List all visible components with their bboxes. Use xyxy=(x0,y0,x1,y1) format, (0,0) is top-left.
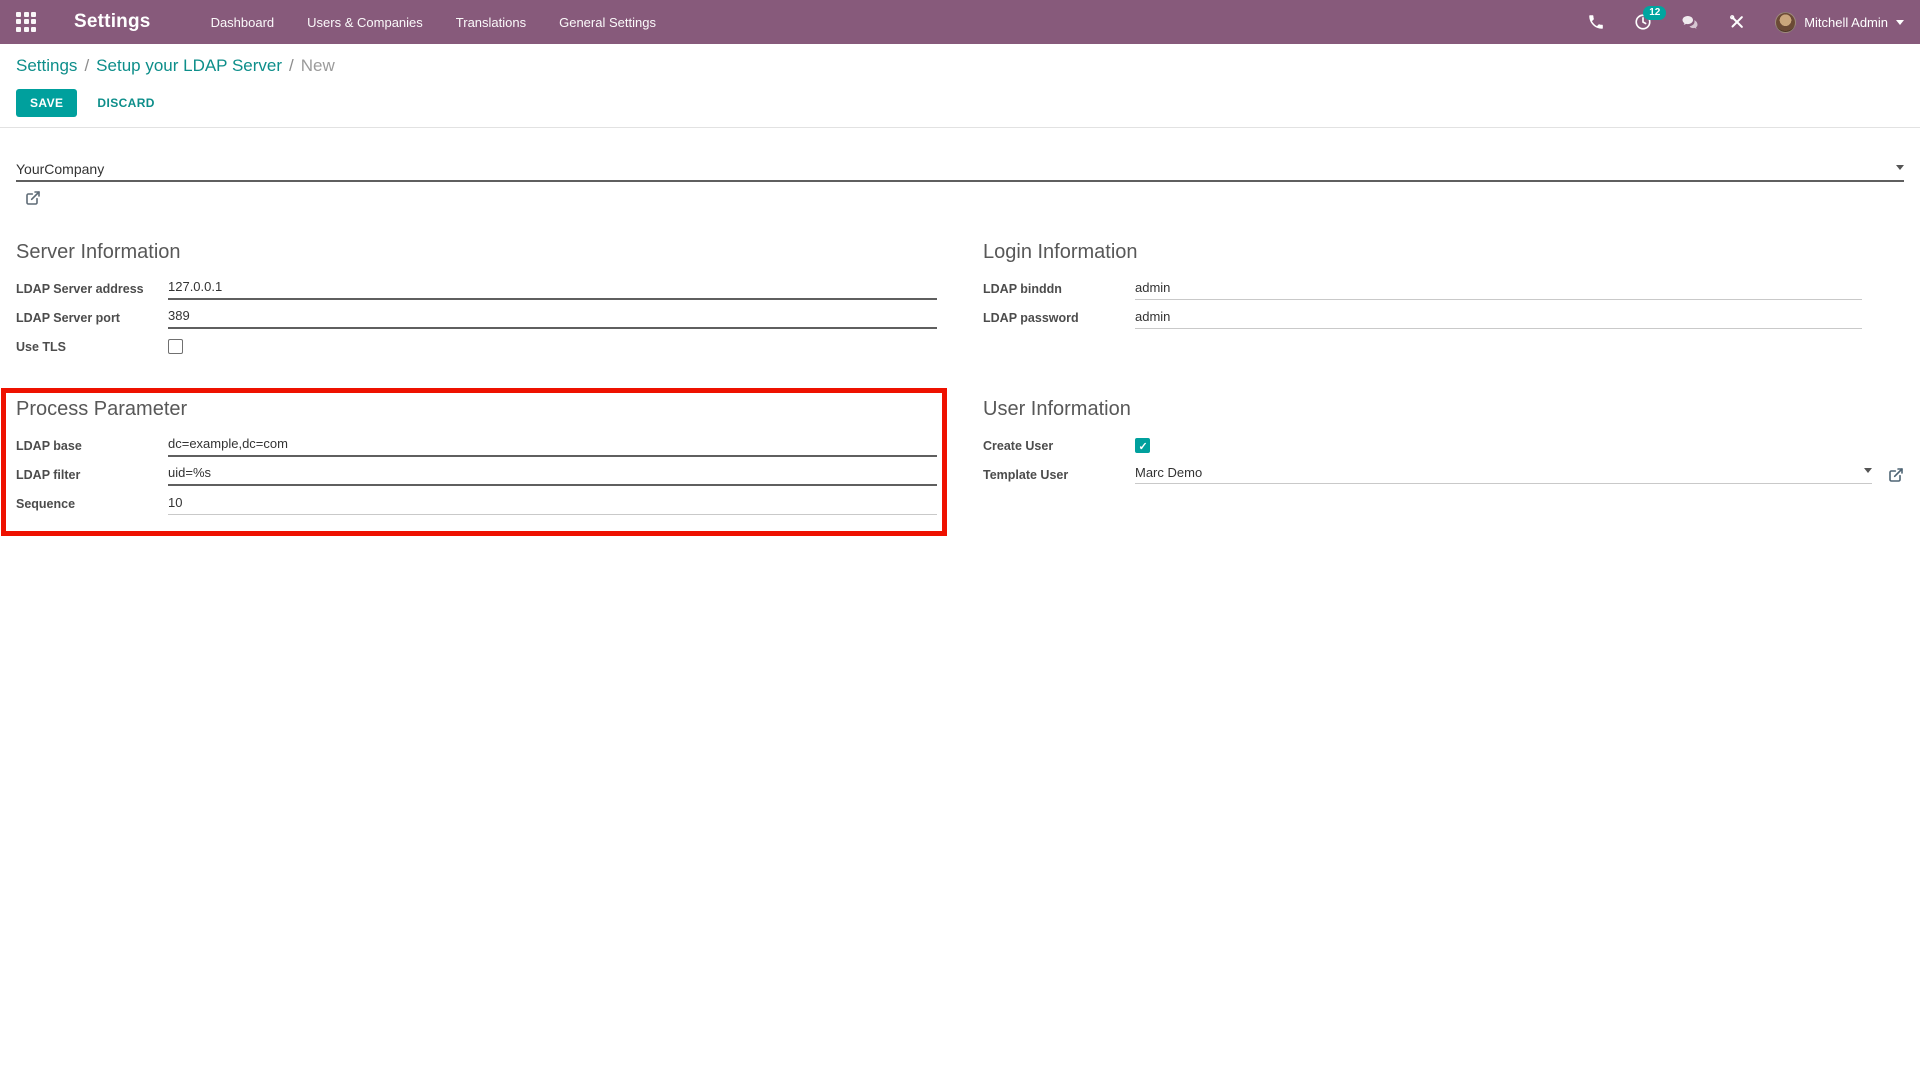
control-panel-buttons: SAVE DISCARD xyxy=(16,89,1904,117)
breadcrumb: Settings / Setup your LDAP Server / New xyxy=(16,56,1904,76)
external-link-icon xyxy=(1889,467,1903,482)
field-ldap-server-port: LDAP Server port xyxy=(16,306,937,329)
chevron-down-icon[interactable] xyxy=(1896,165,1904,174)
control-panel: Settings / Setup your LDAP Server / New SAVE… xyxy=(0,44,1920,128)
sequence-input[interactable] xyxy=(168,492,937,515)
field-label: Template User xyxy=(983,467,1069,482)
user-avatar xyxy=(1775,11,1797,33)
field-template-user: Template User Marc Demo xyxy=(983,463,1904,486)
company-external-link-button[interactable] xyxy=(25,190,41,206)
use-tls-checkbox[interactable] xyxy=(168,339,183,354)
navbar-systray: 12 Mitchell Admin xyxy=(1587,6,1904,33)
company-field[interactable]: YourCompany xyxy=(16,161,1904,182)
main-menu: Dashboard Users & Companies Translations… xyxy=(211,15,656,30)
ldap-filter-input[interactable] xyxy=(168,463,937,486)
field-sequence: Sequence xyxy=(16,492,937,515)
template-user-field[interactable]: Marc Demo xyxy=(1135,465,1872,484)
breadcrumb-separator: / xyxy=(84,56,90,75)
chevron-down-icon[interactable] xyxy=(1864,468,1872,477)
menu-dashboard[interactable]: Dashboard xyxy=(211,15,275,30)
field-label: LDAP base xyxy=(16,438,82,453)
field-label: Create User xyxy=(983,438,1054,453)
group-title: Server Information xyxy=(16,241,181,263)
menu-users-companies[interactable]: Users & Companies xyxy=(307,15,423,30)
field-use-tls: Use TLS xyxy=(16,335,937,358)
group-process-parameter: Process Parameter LDAP base LDAP filter … xyxy=(16,398,937,515)
group-server-information: Server Information LDAP Server address L… xyxy=(16,241,937,364)
field-label: LDAP Server address xyxy=(16,281,144,296)
menu-general-settings[interactable]: General Settings xyxy=(559,15,656,30)
field-label: LDAP binddn xyxy=(983,281,1062,296)
breadcrumb-ldap-server[interactable]: Setup your LDAP Server xyxy=(96,56,282,75)
breadcrumb-current: New xyxy=(300,56,335,75)
field-ldap-filter: LDAP filter xyxy=(16,463,937,486)
form-sheet: YourCompany Server Information LDAP Serv… xyxy=(0,161,1920,536)
activity-menu[interactable]: 12 xyxy=(1634,6,1667,31)
field-label: Sequence xyxy=(16,496,76,511)
field-ldap-server-address: LDAP Server address xyxy=(16,277,937,300)
group-title: Login Information xyxy=(983,241,1138,263)
red-annotation-box: Process Parameter LDAP base LDAP filter … xyxy=(1,388,947,536)
group-user-information: User Information Create User Template Us… xyxy=(983,398,1904,492)
ldap-base-input[interactable] xyxy=(168,434,937,457)
field-label: LDAP filter xyxy=(16,467,81,482)
top-navbar: Settings Dashboard Users & Companies Tra… xyxy=(0,0,1920,44)
ldap-server-port-input[interactable] xyxy=(168,306,937,329)
external-link-icon xyxy=(26,191,40,205)
field-label: Use TLS xyxy=(16,339,67,354)
activity-count-badge: 12 xyxy=(1643,6,1667,20)
template-user-value: Marc Demo xyxy=(1135,465,1203,480)
breadcrumb-settings[interactable]: Settings xyxy=(16,56,77,75)
ldap-server-address-input[interactable] xyxy=(168,277,937,300)
menu-translations[interactable]: Translations xyxy=(456,15,526,30)
ldap-binddn-input[interactable] xyxy=(1135,277,1862,300)
save-button[interactable]: SAVE xyxy=(16,89,78,117)
company-field-block: YourCompany xyxy=(16,161,1904,211)
field-ldap-binddn: LDAP binddn xyxy=(983,277,1904,300)
create-user-checkbox[interactable] xyxy=(1135,438,1150,453)
group-login-information: Login Information LDAP binddn LDAP passw… xyxy=(983,241,1904,335)
messages-icon[interactable] xyxy=(1681,13,1699,31)
company-value: YourCompany xyxy=(16,161,105,177)
user-name: Mitchell Admin xyxy=(1804,14,1888,30)
field-label: LDAP Server port xyxy=(16,310,120,325)
chevron-down-icon xyxy=(1896,20,1904,29)
template-user-external-link-button[interactable] xyxy=(1888,467,1904,483)
phone-icon[interactable] xyxy=(1587,13,1605,31)
field-create-user: Create User xyxy=(983,434,1904,457)
field-ldap-base: LDAP base xyxy=(16,434,937,457)
group-title: Process Parameter xyxy=(16,398,188,420)
debug-tools-icon[interactable] xyxy=(1728,13,1746,31)
user-menu[interactable]: Mitchell Admin xyxy=(1775,11,1904,33)
breadcrumb-separator: / xyxy=(289,56,294,75)
ldap-password-input[interactable] xyxy=(1135,306,1862,329)
app-title[interactable]: Settings xyxy=(74,11,151,33)
form-groups: Server Information LDAP Server address L… xyxy=(1,241,1904,536)
apps-grid-icon[interactable] xyxy=(16,11,37,33)
field-ldap-password: LDAP password xyxy=(983,306,1904,329)
group-title: User Information xyxy=(983,398,1131,420)
field-label: LDAP password xyxy=(983,310,1079,325)
discard-button[interactable]: DISCARD xyxy=(95,89,156,117)
